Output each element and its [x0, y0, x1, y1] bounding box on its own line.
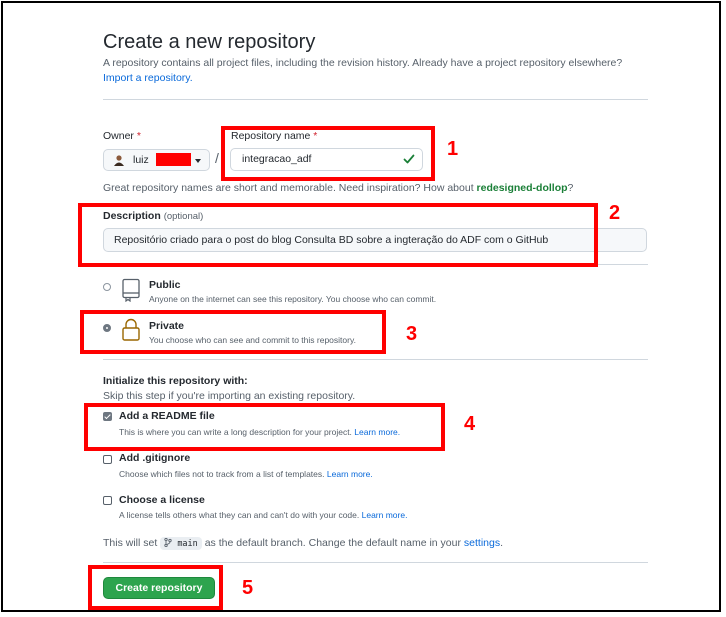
annotation-box-4 [84, 403, 445, 451]
annotation-number-3: 3 [406, 323, 418, 345]
divider [103, 99, 648, 100]
owner-label-text: Owner [103, 130, 134, 142]
name-hint-end: ? [567, 182, 574, 194]
gitignore-description: Choose which files not to track from a l… [119, 469, 373, 479]
name-hint: Great repository names are short and mem… [103, 182, 573, 194]
chevron-down-icon [195, 159, 201, 163]
license-checkbox[interactable] [103, 496, 112, 505]
owner-name: luiz [133, 154, 149, 166]
license-description: A license tells others what they can and… [119, 510, 407, 520]
annotation-box-3 [80, 310, 386, 354]
public-radio[interactable] [103, 283, 111, 291]
settings-link[interactable]: settings [464, 537, 500, 549]
annotation-box-5 [88, 565, 223, 610]
annotation-number-4: 4 [464, 413, 476, 435]
owner-select[interactable]: luiz [103, 149, 210, 171]
branch-chip: main [160, 537, 202, 550]
gitignore-label: Add .gitignore [119, 452, 191, 464]
annotation-number-2: 2 [609, 202, 621, 224]
avatar-icon [114, 155, 124, 166]
git-branch-icon [164, 537, 172, 548]
annotation-box-1 [221, 126, 435, 181]
branch-name: main [177, 539, 198, 549]
annotation-box-2 [78, 203, 598, 267]
license-description-text: A license tells others what they can and… [119, 510, 360, 520]
repo-icon [122, 278, 140, 302]
gitignore-learn-more-link[interactable]: Learn more. [327, 469, 373, 479]
required-mark: * [136, 130, 141, 142]
public-description: Anyone on the internet can see this repo… [149, 294, 437, 304]
screenshot-frame [1, 1, 721, 612]
gitignore-checkbox[interactable] [103, 455, 112, 464]
suggested-name-link[interactable]: redesigned-dollop [477, 182, 568, 194]
branch-note-prefix: This will set [103, 537, 158, 549]
license-label: Choose a license [119, 494, 205, 506]
annotation-number-1: 1 [447, 138, 459, 160]
initialize-subtitle: Skip this step if you're importing an ex… [103, 390, 356, 402]
import-repository-link[interactable]: Import a repository. [103, 72, 193, 84]
page-title: Create a new repository [103, 31, 316, 53]
owner-repo-separator: / [215, 150, 219, 166]
name-hint-text: Great repository names are short and mem… [103, 182, 474, 194]
license-learn-more-link[interactable]: Learn more. [362, 510, 408, 520]
branch-note-end: . [500, 537, 504, 549]
gitignore-description-text: Choose which files not to track from a l… [119, 469, 325, 479]
annotation-number-5: 5 [242, 577, 254, 599]
divider [103, 359, 648, 360]
branch-note-middle: as the default branch. Change the defaul… [204, 537, 461, 549]
page-subtitle: A repository contains all project files,… [103, 57, 623, 69]
divider [103, 562, 648, 563]
redaction-block [156, 153, 191, 166]
initialize-title: Initialize this repository with: [103, 375, 248, 387]
default-branch-note: This will set main as the default branch… [103, 537, 503, 550]
owner-label: Owner * [103, 130, 141, 142]
public-title: Public [149, 279, 181, 291]
